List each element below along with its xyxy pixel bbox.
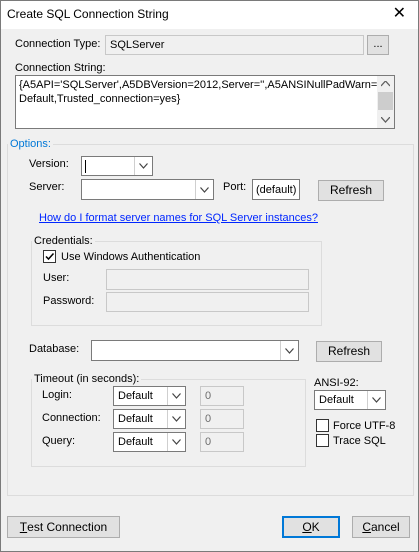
trace-sql-checkbox[interactable] [316,434,329,447]
database-label: Database: [29,343,80,355]
scroll-up-icon[interactable] [381,81,390,87]
chevron-down-icon [139,163,148,169]
close-icon[interactable]: ✕ [393,3,406,23]
server-dropdown[interactable] [81,179,214,200]
login-timeout-label: Login: [42,389,72,401]
connection-type-browse-button[interactable]: ... [367,35,389,55]
dialog-window: Create SQL Connection String ✕ Connectio… [0,0,419,552]
credentials-group-title: Credentials: [32,235,95,247]
windows-auth-label[interactable]: Use Windows Authentication [61,251,200,263]
user-input[interactable] [106,269,309,290]
text-caret [85,160,86,173]
chevron-down-icon [172,416,181,422]
version-label: Version: [29,158,69,170]
cancel-button[interactable]: Cancel [352,516,410,538]
user-label: User: [43,272,70,284]
window-title: Create SQL Connection String [7,7,169,21]
port-label: Port: [223,181,247,193]
server-label: Server: [29,181,65,193]
connection-timeout-mode-dropdown[interactable]: Default [113,409,186,429]
login-timeout-mode-dropdown[interactable]: Default [113,386,186,406]
query-timeout-value[interactable]: 0 [200,432,244,452]
chevron-down-icon [200,186,209,193]
force-utf8-checkbox[interactable] [316,419,329,432]
database-dropdown[interactable] [91,340,299,361]
server-name-help-link[interactable]: How do I format server names for SQL Ser… [39,212,318,224]
ok-button[interactable]: OK [282,516,340,538]
connection-timeout-dropdown-arrow[interactable] [167,410,185,428]
chevron-down-icon [172,439,181,445]
server-dropdown-arrow[interactable] [195,180,213,199]
options-group-title: Options: [8,138,53,150]
database-dropdown-arrow[interactable] [280,341,298,360]
ansi92-dropdown[interactable]: Default [314,390,386,410]
server-refresh-button[interactable]: Refresh [318,180,384,201]
connection-string-textarea[interactable]: {A5API='SQLServer',A5DBVersion=2012,Serv… [15,75,395,129]
chevron-down-icon [285,347,294,354]
connection-string-line-1: {A5API='SQLServer',A5DBVersion=2012,Serv… [19,79,378,91]
database-refresh-button[interactable]: Refresh [316,341,382,362]
force-utf8-label[interactable]: Force UTF-8 [333,420,395,432]
ansi92-label: ANSI-92: [314,377,359,389]
login-timeout-dropdown-arrow[interactable] [167,387,185,405]
test-connection-button[interactable]: Test Connection [7,516,120,538]
password-input[interactable] [106,292,309,312]
title-bar: Create SQL Connection String ✕ [1,1,418,29]
chevron-down-icon [172,393,181,399]
query-timeout-dropdown-arrow[interactable] [167,433,185,451]
password-label: Password: [43,295,95,307]
scroll-down-icon[interactable] [381,117,390,123]
port-input[interactable]: (default) [252,179,300,200]
version-dropdown[interactable] [81,156,153,176]
trace-sql-label[interactable]: Trace SQL [333,435,386,447]
connection-string-line-2: Default,Trusted_connection=yes} [19,93,181,105]
connection-type-field: SQLServer [105,35,364,55]
checkmark-icon [45,252,55,261]
query-timeout-mode-dropdown[interactable]: Default [113,432,186,452]
connection-timeout-label: Connection: [42,412,101,424]
windows-auth-checkbox[interactable] [43,250,56,263]
connection-string-scrollbar[interactable] [377,76,394,128]
login-timeout-value[interactable]: 0 [200,386,244,406]
ansi92-dropdown-arrow[interactable] [367,391,385,409]
connection-type-label: Connection Type: [15,38,101,50]
timeout-group-title: Timeout (in seconds): [32,373,142,385]
chevron-down-icon [372,397,381,403]
connection-timeout-value[interactable]: 0 [200,409,244,429]
connection-string-label: Connection String: [15,62,106,74]
query-timeout-label: Query: [42,435,76,447]
version-dropdown-arrow[interactable] [134,157,152,175]
scrollbar-thumb[interactable] [378,92,393,110]
